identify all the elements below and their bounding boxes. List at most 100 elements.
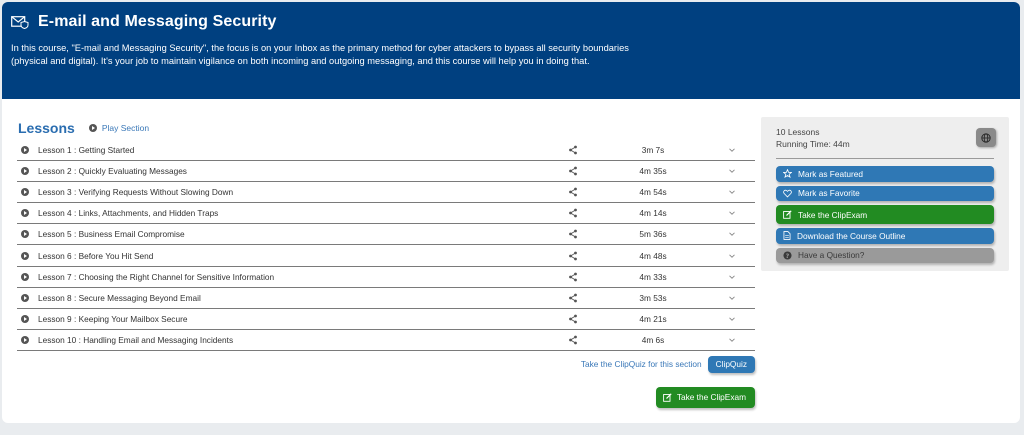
lesson-row[interactable]: Lesson 5 : Business Email Compromise 5m … bbox=[17, 224, 755, 246]
lessons-count: 10 Lessons bbox=[776, 127, 820, 137]
chevron-down-icon[interactable] bbox=[728, 315, 736, 323]
lesson-duration: 3m 7s bbox=[641, 145, 665, 156]
play-icon[interactable] bbox=[21, 272, 29, 281]
lesson-row[interactable]: Lesson 9 : Keeping Your Mailbox Secure 4… bbox=[17, 309, 755, 330]
lesson-duration: 4m 6s bbox=[641, 334, 665, 345]
star-icon bbox=[783, 169, 792, 179]
play-icon[interactable] bbox=[21, 314, 29, 323]
share-icon[interactable] bbox=[568, 145, 578, 155]
play-icon[interactable] bbox=[21, 230, 29, 239]
take-clipexam-label: Take the ClipExam bbox=[676, 392, 746, 403]
play-icon[interactable] bbox=[21, 293, 29, 302]
course-sidebar: 10 Lessons Running Time: 44m Mark as Fea… bbox=[761, 117, 1009, 271]
course-header: E-mail and Messaging Security In this co… bbox=[2, 2, 1020, 99]
lesson-title[interactable]: Lesson 1 : Getting Started bbox=[38, 145, 568, 155]
lesson-title[interactable]: Lesson 2 : Quickly Evaluating Messages bbox=[38, 166, 568, 176]
lesson-row[interactable]: Lesson 3 : Verifying Requests Without Sl… bbox=[17, 182, 755, 204]
share-icon[interactable] bbox=[568, 293, 578, 303]
chevron-down-icon[interactable] bbox=[728, 294, 736, 302]
play-icon[interactable] bbox=[21, 335, 29, 344]
envelope-shield-icon bbox=[11, 15, 29, 29]
globe-button[interactable] bbox=[976, 128, 996, 147]
lesson-title[interactable]: Lesson 9 : Keeping Your Mailbox Secure bbox=[38, 314, 568, 324]
play-icon[interactable] bbox=[21, 146, 29, 155]
heart-icon bbox=[783, 189, 792, 198]
share-icon[interactable] bbox=[568, 187, 578, 197]
chevron-down-icon[interactable] bbox=[728, 167, 736, 175]
lesson-duration: 4m 14s bbox=[639, 208, 667, 219]
globe-icon bbox=[981, 132, 991, 143]
lessons-panel: Lessons Play Section Lesson 1 : Getting … bbox=[17, 117, 755, 408]
course-card: E-mail and Messaging Security In this co… bbox=[2, 2, 1020, 423]
play-icon[interactable] bbox=[21, 251, 29, 260]
lesson-title[interactable]: Lesson 6 : Before You Hit Send bbox=[38, 251, 568, 261]
mark-favorite-button[interactable]: Mark as Favorite bbox=[776, 185, 994, 201]
download-outline-label: Download the Course Outline bbox=[797, 230, 906, 241]
have-question-button[interactable]: ? Have a Question? bbox=[776, 247, 994, 263]
lesson-list: Lesson 1 : Getting Started 3m 7s Lesson … bbox=[17, 140, 755, 351]
lesson-row[interactable]: Lesson 10 : Handling Email and Messaging… bbox=[17, 330, 755, 351]
edit-icon bbox=[662, 393, 672, 402]
lesson-row[interactable]: Lesson 2 : Quickly Evaluating Messages 4… bbox=[17, 161, 755, 183]
chevron-down-icon[interactable] bbox=[728, 273, 736, 281]
edit-icon bbox=[783, 210, 792, 219]
lesson-row[interactable]: Lesson 7 : Choosing the Right Channel fo… bbox=[17, 267, 755, 288]
share-icon[interactable] bbox=[568, 208, 578, 218]
share-icon[interactable] bbox=[568, 272, 578, 282]
share-icon[interactable] bbox=[568, 314, 578, 324]
share-icon[interactable] bbox=[568, 166, 578, 176]
lesson-row[interactable]: Lesson 1 : Getting Started 3m 7s bbox=[17, 140, 755, 162]
take-clipexam-button[interactable]: Take the ClipExam bbox=[655, 386, 755, 408]
play-section-label: Play Section bbox=[101, 123, 150, 133]
lesson-duration: 4m 35s bbox=[639, 166, 667, 177]
chevron-down-icon[interactable] bbox=[728, 252, 736, 260]
play-icon bbox=[88, 124, 97, 132]
sidebar-divider bbox=[776, 158, 994, 159]
lesson-duration: 4m 48s bbox=[639, 250, 667, 261]
lesson-row[interactable]: Lesson 8 : Secure Messaging Beyond Email… bbox=[17, 288, 755, 309]
chevron-down-icon[interactable] bbox=[728, 146, 736, 154]
clipquiz-prompt[interactable]: Take the ClipQuiz for this section bbox=[581, 359, 702, 369]
lesson-row[interactable]: Lesson 4 : Links, Attachments, and Hidde… bbox=[17, 203, 755, 225]
lesson-duration: 3m 53s bbox=[639, 292, 667, 303]
lessons-heading: Lessons bbox=[18, 120, 75, 136]
lesson-duration: 4m 21s bbox=[639, 313, 667, 324]
question-circle-icon: ? bbox=[783, 251, 792, 260]
play-icon[interactable] bbox=[21, 188, 29, 197]
lesson-title[interactable]: Lesson 3 : Verifying Requests Without Sl… bbox=[38, 187, 568, 197]
chevron-down-icon[interactable] bbox=[728, 188, 736, 196]
chevron-down-icon[interactable] bbox=[728, 209, 736, 217]
lesson-duration: 4m 33s bbox=[639, 271, 667, 282]
take-clipexam-sidebar-button[interactable]: Take the ClipExam bbox=[776, 205, 994, 224]
clipexam-row: Take the ClipExam bbox=[17, 386, 755, 408]
share-icon[interactable] bbox=[568, 335, 578, 345]
lesson-title[interactable]: Lesson 5 : Business Email Compromise bbox=[38, 229, 568, 239]
svg-text:?: ? bbox=[786, 253, 790, 260]
play-icon[interactable] bbox=[21, 209, 29, 218]
share-icon[interactable] bbox=[568, 251, 578, 261]
lesson-title[interactable]: Lesson 4 : Links, Attachments, and Hidde… bbox=[38, 208, 568, 218]
chevron-down-icon[interactable] bbox=[728, 230, 736, 238]
share-icon[interactable] bbox=[568, 229, 578, 239]
take-clipexam-sidebar-label: Take the ClipExam bbox=[798, 209, 868, 220]
document-icon bbox=[783, 231, 791, 241]
clipquiz-button[interactable]: ClipQuiz bbox=[707, 355, 755, 373]
mark-featured-button[interactable]: Mark as Featured bbox=[776, 166, 994, 182]
lesson-title[interactable]: Lesson 8 : Secure Messaging Beyond Email bbox=[38, 293, 568, 303]
play-icon[interactable] bbox=[21, 167, 29, 176]
course-title: E-mail and Messaging Security bbox=[38, 13, 277, 30]
lesson-duration: 5m 36s bbox=[639, 229, 667, 240]
play-section-button[interactable]: Play Section bbox=[88, 123, 150, 133]
mark-favorite-label: Mark as Favorite bbox=[798, 188, 860, 199]
lesson-title[interactable]: Lesson 10 : Handling Email and Messaging… bbox=[38, 335, 568, 345]
lesson-title[interactable]: Lesson 7 : Choosing the Right Channel fo… bbox=[38, 272, 568, 282]
running-time: Running Time: 44m bbox=[776, 139, 850, 149]
clipquiz-row: Take the ClipQuiz for this section ClipQ… bbox=[17, 355, 755, 373]
course-description: In this course, "E-mail and Messaging Se… bbox=[11, 43, 629, 66]
mark-featured-label: Mark as Featured bbox=[798, 168, 864, 179]
lesson-row[interactable]: Lesson 6 : Before You Hit Send 4m 48s bbox=[17, 245, 755, 267]
download-outline-button[interactable]: Download the Course Outline bbox=[776, 228, 994, 244]
have-question-label: Have a Question? bbox=[798, 250, 865, 261]
chevron-down-icon[interactable] bbox=[728, 336, 736, 344]
lesson-duration: 4m 54s bbox=[639, 187, 667, 198]
